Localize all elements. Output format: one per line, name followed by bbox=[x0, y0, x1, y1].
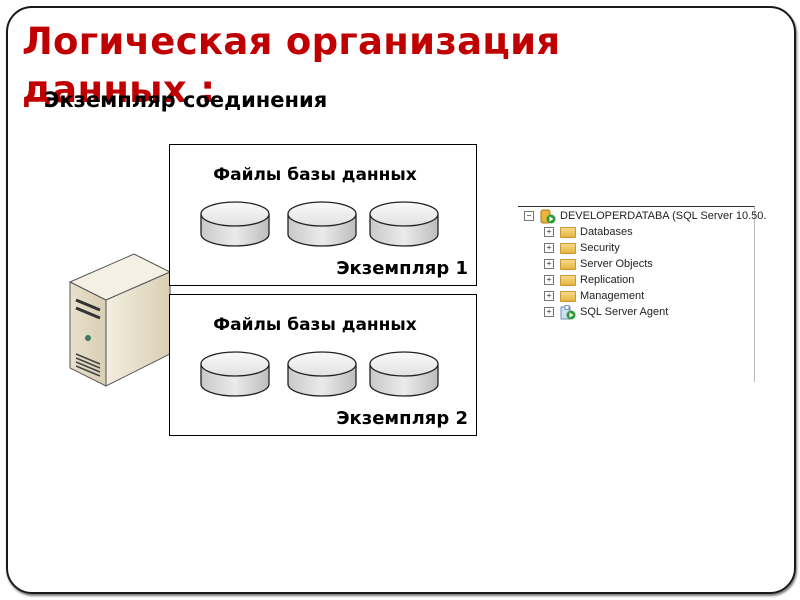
database-disk-icon bbox=[200, 351, 270, 397]
tree-node-label: Replication bbox=[580, 274, 635, 286]
folder-icon bbox=[560, 273, 576, 287]
folder-icon bbox=[560, 257, 576, 271]
database-files-label: Файлы базы данных bbox=[213, 315, 417, 335]
tree-node-label: DEVELOPERDATABA (SQL Server 10.50. bbox=[560, 210, 767, 222]
database-disk-icon bbox=[287, 201, 357, 247]
tree-node-security[interactable]: + Security bbox=[544, 240, 620, 256]
expand-icon[interactable]: + bbox=[544, 259, 554, 269]
tree-node-root[interactable]: − DEVELOPERDATABA (SQL Server 10.50. bbox=[524, 208, 766, 224]
expand-icon[interactable]: + bbox=[544, 243, 554, 253]
sql-agent-icon bbox=[560, 305, 576, 320]
database-disk-icon bbox=[369, 351, 439, 397]
object-explorer-tree: − DEVELOPERDATABA (SQL Server 10.50. + D… bbox=[518, 206, 766, 382]
instance-box-1: Файлы базы данных Экземпляр 1 bbox=[169, 144, 477, 286]
tree-node-sql-server-agent[interactable]: + SQL Server Agent bbox=[544, 304, 668, 320]
database-disk-icon bbox=[200, 201, 270, 247]
expand-icon[interactable]: + bbox=[544, 307, 554, 317]
expand-icon[interactable]: + bbox=[544, 291, 554, 301]
folder-icon bbox=[560, 241, 576, 255]
database-disk-icon bbox=[369, 201, 439, 247]
tree-node-databases[interactable]: + Databases bbox=[544, 224, 633, 240]
expand-icon[interactable]: + bbox=[544, 227, 554, 237]
tree-node-label: Server Objects bbox=[580, 258, 653, 270]
tree-node-label: Security bbox=[580, 242, 620, 254]
tree-node-server-objects[interactable]: + Server Objects bbox=[544, 256, 653, 272]
database-disk-icon bbox=[287, 351, 357, 397]
database-files-label: Файлы базы данных bbox=[213, 165, 417, 185]
server-tower-icon bbox=[68, 253, 172, 387]
tree-node-label: SQL Server Agent bbox=[580, 306, 669, 318]
collapse-icon[interactable]: − bbox=[524, 211, 534, 221]
tree-node-management[interactable]: + Management bbox=[544, 288, 644, 304]
tree-node-label: Management bbox=[580, 290, 645, 302]
folder-icon bbox=[560, 289, 576, 303]
instance-label: Экземпляр 2 bbox=[336, 408, 468, 429]
instance-box-2: Файлы базы данных Экземпляр 2 bbox=[169, 294, 477, 436]
tree-node-replication[interactable]: + Replication bbox=[544, 272, 634, 288]
folder-icon bbox=[560, 225, 576, 239]
slide-subtitle: Экземпляр соединения bbox=[44, 88, 328, 112]
tree-node-label: Databases bbox=[580, 226, 633, 238]
instance-label: Экземпляр 1 bbox=[336, 258, 468, 279]
server-instance-icon bbox=[540, 209, 556, 224]
expand-icon[interactable]: + bbox=[544, 275, 554, 285]
